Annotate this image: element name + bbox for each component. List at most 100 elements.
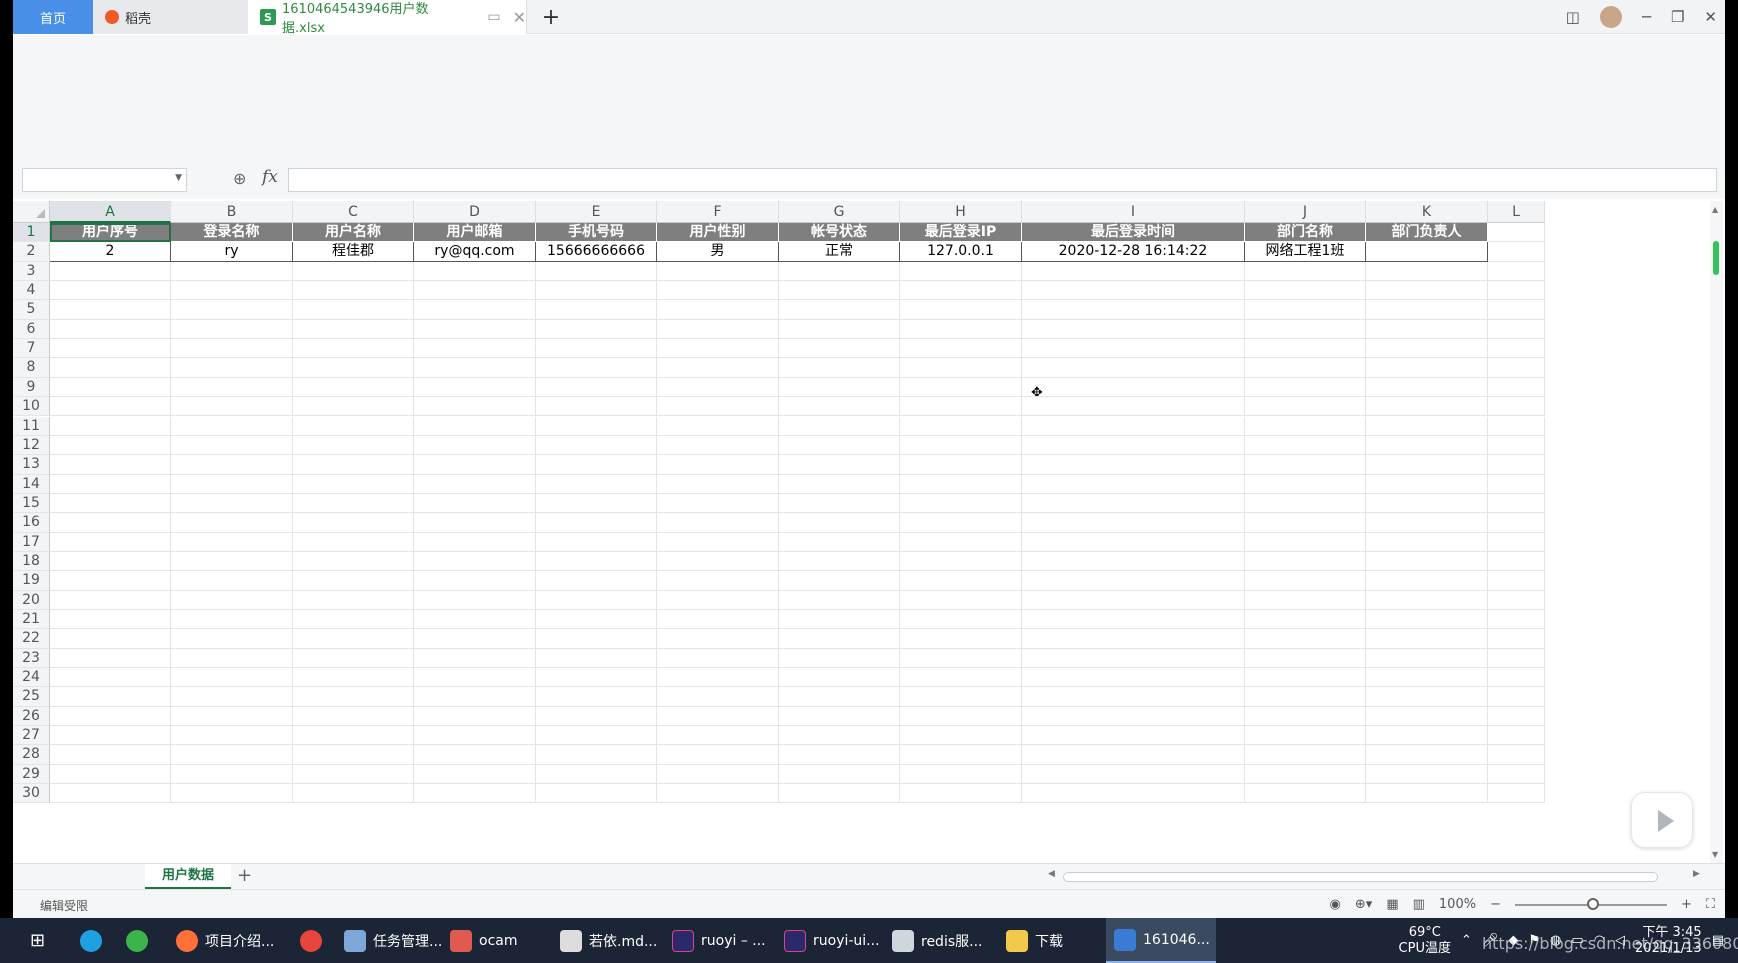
row-header-6[interactable]: 6 (13, 319, 50, 340)
grid-cell[interactable] (50, 358, 171, 378)
grid-cell[interactable] (1366, 474, 1488, 494)
grid-cell[interactable] (171, 784, 293, 804)
grid-cell[interactable] (293, 377, 414, 398)
row-header-20[interactable]: 20 (13, 590, 50, 610)
grid-cell[interactable] (1245, 571, 1366, 591)
grid-cell[interactable] (1022, 435, 1245, 456)
grid-cell[interactable] (1366, 513, 1488, 533)
row-header-8[interactable]: 8 (13, 358, 50, 378)
grid-cell[interactable] (779, 571, 900, 591)
grid-cell[interactable] (1022, 532, 1245, 552)
grid-cell[interactable] (1022, 590, 1245, 610)
row-header-12[interactable]: 12 (13, 435, 50, 456)
row-header-25[interactable]: 25 (13, 687, 50, 707)
grid-cell[interactable] (414, 532, 536, 552)
grid-cell[interactable] (779, 687, 900, 707)
grid-cell[interactable] (1488, 726, 1545, 746)
grid-cell[interactable] (1366, 377, 1488, 398)
grid-cell[interactable] (900, 319, 1022, 340)
row-header-17[interactable]: 17 (13, 532, 50, 552)
row-header-26[interactable]: 26 (13, 706, 50, 727)
grid-cell[interactable] (1245, 493, 1366, 514)
grid-cell[interactable] (50, 513, 171, 533)
grid-cell[interactable] (50, 551, 171, 572)
row-header-14[interactable]: 14 (13, 474, 50, 494)
grid-cell[interactable] (900, 532, 1022, 552)
grid-cell[interactable] (657, 416, 779, 436)
grid-cell[interactable] (1022, 784, 1245, 804)
taskbar-item-downloads[interactable]: 下载 (998, 918, 1071, 963)
grid-cell[interactable] (1022, 397, 1245, 417)
grid-cell[interactable] (171, 397, 293, 417)
grid-cell[interactable] (900, 261, 1022, 282)
grid-cell[interactable] (1022, 668, 1245, 688)
tab-daoke[interactable]: 稻壳 (93, 0, 248, 34)
scroll-right-icon[interactable]: ▶ (1693, 869, 1700, 879)
grid-cell[interactable] (1488, 784, 1545, 804)
grid-cell[interactable] (171, 629, 293, 649)
table-data-cell[interactable]: 2 (50, 242, 171, 262)
grid-cell[interactable] (536, 610, 657, 630)
column-header-i[interactable]: I (1022, 201, 1245, 223)
grid-cell[interactable] (1488, 377, 1545, 398)
grid-cell[interactable] (414, 300, 536, 320)
grid-cell[interactable] (1022, 319, 1245, 340)
grid-cell[interactable] (50, 629, 171, 649)
grid-cell[interactable] (779, 397, 900, 417)
grid-cell[interactable] (657, 358, 779, 378)
grid-cell[interactable] (536, 590, 657, 610)
taskbar-item-redis[interactable]: redis服... (884, 918, 990, 963)
grid-cell[interactable] (171, 687, 293, 707)
grid-cell[interactable] (293, 668, 414, 688)
horizontal-scrollbar[interactable]: ◀ ▶ (1028, 869, 1718, 883)
column-header-l[interactable]: L (1488, 201, 1545, 223)
grid-cell[interactable] (1245, 745, 1366, 765)
grid-cell[interactable] (414, 358, 536, 378)
grid-cell[interactable] (50, 474, 171, 494)
grid-cell[interactable] (50, 532, 171, 552)
vertical-scrollbar[interactable]: ▲ ▼ (1710, 201, 1723, 863)
column-header-d[interactable]: D (414, 201, 536, 223)
table-header-cell[interactable]: 手机号码 (536, 223, 657, 243)
grid-cell[interactable] (779, 339, 900, 359)
grid-cell[interactable] (779, 629, 900, 649)
grid-cell[interactable] (1245, 300, 1366, 320)
grid-cell[interactable] (1366, 281, 1488, 301)
grid-cell[interactable] (414, 493, 536, 514)
normal-view-icon[interactable]: ▦ (1386, 897, 1398, 912)
grid-cell[interactable] (1245, 261, 1366, 282)
grid-cell[interactable] (414, 687, 536, 707)
grid-cell[interactable] (50, 397, 171, 417)
grid-cell[interactable] (1488, 629, 1545, 649)
row-header-18[interactable]: 18 (13, 551, 50, 572)
grid-cell[interactable] (779, 416, 900, 436)
chevron-down-icon[interactable]: ▼ (175, 173, 182, 183)
grid-cell[interactable] (1488, 416, 1545, 436)
fx-label[interactable]: fx (262, 167, 278, 187)
grid-cell[interactable] (1366, 397, 1488, 417)
grid-cell[interactable] (1022, 513, 1245, 533)
grid-cell[interactable] (536, 551, 657, 572)
row-header-21[interactable]: 21 (13, 610, 50, 630)
grid-cell[interactable] (1245, 687, 1366, 707)
grid-cell[interactable] (171, 300, 293, 320)
grid-cell[interactable] (171, 513, 293, 533)
grid-cell[interactable] (293, 764, 414, 785)
grid-cell[interactable] (50, 261, 171, 282)
grid-cell[interactable] (1022, 571, 1245, 591)
grid-cell[interactable] (1366, 571, 1488, 591)
grid-cell[interactable] (1022, 726, 1245, 746)
row-header-4[interactable]: 4 (13, 281, 50, 301)
grid-cell[interactable] (657, 687, 779, 707)
grid-cell[interactable] (657, 474, 779, 494)
grid-cell[interactable] (779, 377, 900, 398)
grid-cell[interactable] (536, 358, 657, 378)
grid-cell[interactable] (1366, 745, 1488, 765)
grid-cell[interactable] (293, 435, 414, 456)
grid-cell[interactable] (171, 668, 293, 688)
grid-cell[interactable] (536, 416, 657, 436)
grid-cell[interactable] (171, 435, 293, 456)
grid-cell[interactable] (1366, 435, 1488, 456)
column-header-e[interactable]: E (536, 201, 657, 223)
grid-cell[interactable] (1245, 474, 1366, 494)
